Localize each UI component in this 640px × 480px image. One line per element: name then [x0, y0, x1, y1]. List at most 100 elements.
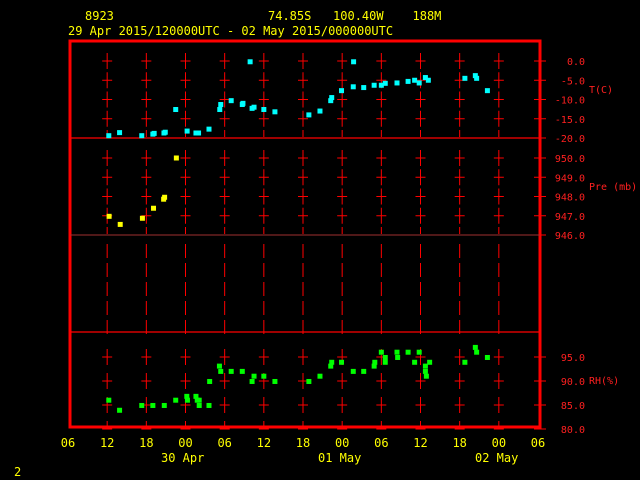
rh-point: [416, 349, 422, 355]
rh-point: [206, 402, 212, 408]
temp-point: [425, 77, 431, 83]
rh-point: [261, 373, 267, 379]
temp-axis-label: T(C): [589, 85, 613, 96]
temp-point: [240, 100, 246, 106]
rh-point: [251, 373, 257, 379]
rh-point: [161, 402, 167, 408]
rh-point: [339, 359, 345, 365]
temp-point: [206, 126, 212, 132]
x-tick-label: 12: [100, 436, 114, 450]
rh-tick-label: 85.0: [561, 401, 585, 412]
date-label-02-may: 02 May: [475, 451, 518, 465]
rh-point: [218, 368, 224, 374]
rh-point: [422, 368, 428, 374]
x-tick-label: 18: [452, 436, 466, 450]
x-tick-label: 18: [296, 436, 310, 450]
rh-tick-label: 95.0: [561, 353, 585, 364]
temp-point: [106, 133, 112, 139]
rh-point: [196, 397, 202, 403]
rh-point: [117, 407, 123, 413]
temp-tick-label: 0.0: [567, 57, 585, 68]
pressure-tick-label: 950.0: [555, 154, 585, 165]
meteogram: 8923 74.85S 100.40W 188M 29 Apr 2015/120…: [0, 0, 640, 480]
rh-point: [382, 359, 388, 365]
rh-point: [207, 378, 213, 384]
rh-point: [405, 349, 411, 355]
x-tick-label: 06: [61, 436, 75, 450]
temp-point: [394, 80, 400, 86]
temp-point: [162, 129, 168, 135]
rh-point: [150, 402, 156, 408]
temp-tick-label: -10.0: [555, 96, 585, 107]
temp-point: [173, 107, 179, 113]
rh-point: [184, 397, 190, 403]
pressure-point: [117, 221, 123, 227]
temp-point: [382, 80, 388, 86]
rh-point: [329, 359, 335, 365]
rh-point: [317, 373, 323, 379]
temp-point: [117, 130, 123, 136]
rh-point: [423, 373, 429, 379]
rh-point: [427, 359, 433, 365]
rh-point: [306, 378, 312, 384]
rh-point: [484, 354, 490, 360]
rh-point: [239, 368, 245, 374]
rh-point: [216, 363, 222, 369]
station-id: 8923: [85, 9, 114, 23]
temp-point: [247, 59, 253, 65]
pressure-point: [151, 205, 157, 211]
temp-point: [350, 84, 356, 90]
pressure-axis-label: Pre (mb): [589, 182, 637, 193]
temp-point: [218, 102, 224, 108]
temp-tick-label: -15.0: [555, 115, 585, 126]
rh-point: [474, 349, 480, 355]
temp-point: [484, 88, 490, 94]
temp-point: [462, 75, 468, 81]
station-location: 74.85S 100.40W 188M: [268, 9, 441, 23]
temp-point: [306, 112, 312, 118]
rh-tick-label: 80.0: [561, 425, 585, 436]
temp-point: [261, 107, 267, 113]
rh-point: [139, 402, 145, 408]
x-tick-label: 06: [374, 436, 388, 450]
rh-point: [361, 368, 367, 374]
temp-point: [317, 108, 323, 114]
rh-point: [249, 378, 255, 384]
rh-tick-label: 90.0: [561, 377, 585, 388]
x-tick-label: 00: [178, 436, 192, 450]
temp-tick-label: -5.0: [561, 76, 585, 87]
pressure-point: [139, 215, 145, 221]
temp-point: [228, 98, 234, 104]
temp-point: [217, 107, 223, 113]
x-tick-label: 06: [217, 436, 231, 450]
temp-point: [405, 78, 411, 84]
date-label-30-apr: 30 Apr: [161, 451, 204, 465]
temp-point: [196, 130, 202, 136]
temp-point: [351, 59, 357, 65]
x-tick-label: 12: [413, 436, 427, 450]
pressure-tick-label: 946.0: [555, 231, 585, 242]
rh-point: [472, 344, 478, 350]
pressure-tick-label: 948.0: [555, 193, 585, 204]
temp-point: [474, 75, 480, 81]
rh-point: [228, 368, 234, 374]
temp-point: [272, 109, 278, 115]
x-tick-label: 12: [257, 436, 271, 450]
rh-point: [106, 397, 112, 403]
page-number: 2: [14, 465, 21, 479]
x-tick-label: 06: [531, 436, 545, 450]
rh-point: [378, 349, 384, 355]
x-tick-label: 18: [139, 436, 153, 450]
temp-point: [184, 128, 190, 134]
temp-point: [371, 82, 377, 88]
temp-point: [251, 104, 257, 110]
temp-point: [329, 95, 335, 101]
rh-point: [412, 359, 418, 365]
rh-axis-label: RH(%): [589, 376, 619, 387]
rh-point: [173, 397, 179, 403]
rh-point: [462, 359, 468, 365]
x-tick-label: 00: [335, 436, 349, 450]
rh-point: [382, 354, 388, 360]
time-period: 29 Apr 2015/120000UTC - 02 May 2015/0000…: [68, 24, 393, 38]
pressure-tick-label: 947.0: [555, 212, 585, 223]
